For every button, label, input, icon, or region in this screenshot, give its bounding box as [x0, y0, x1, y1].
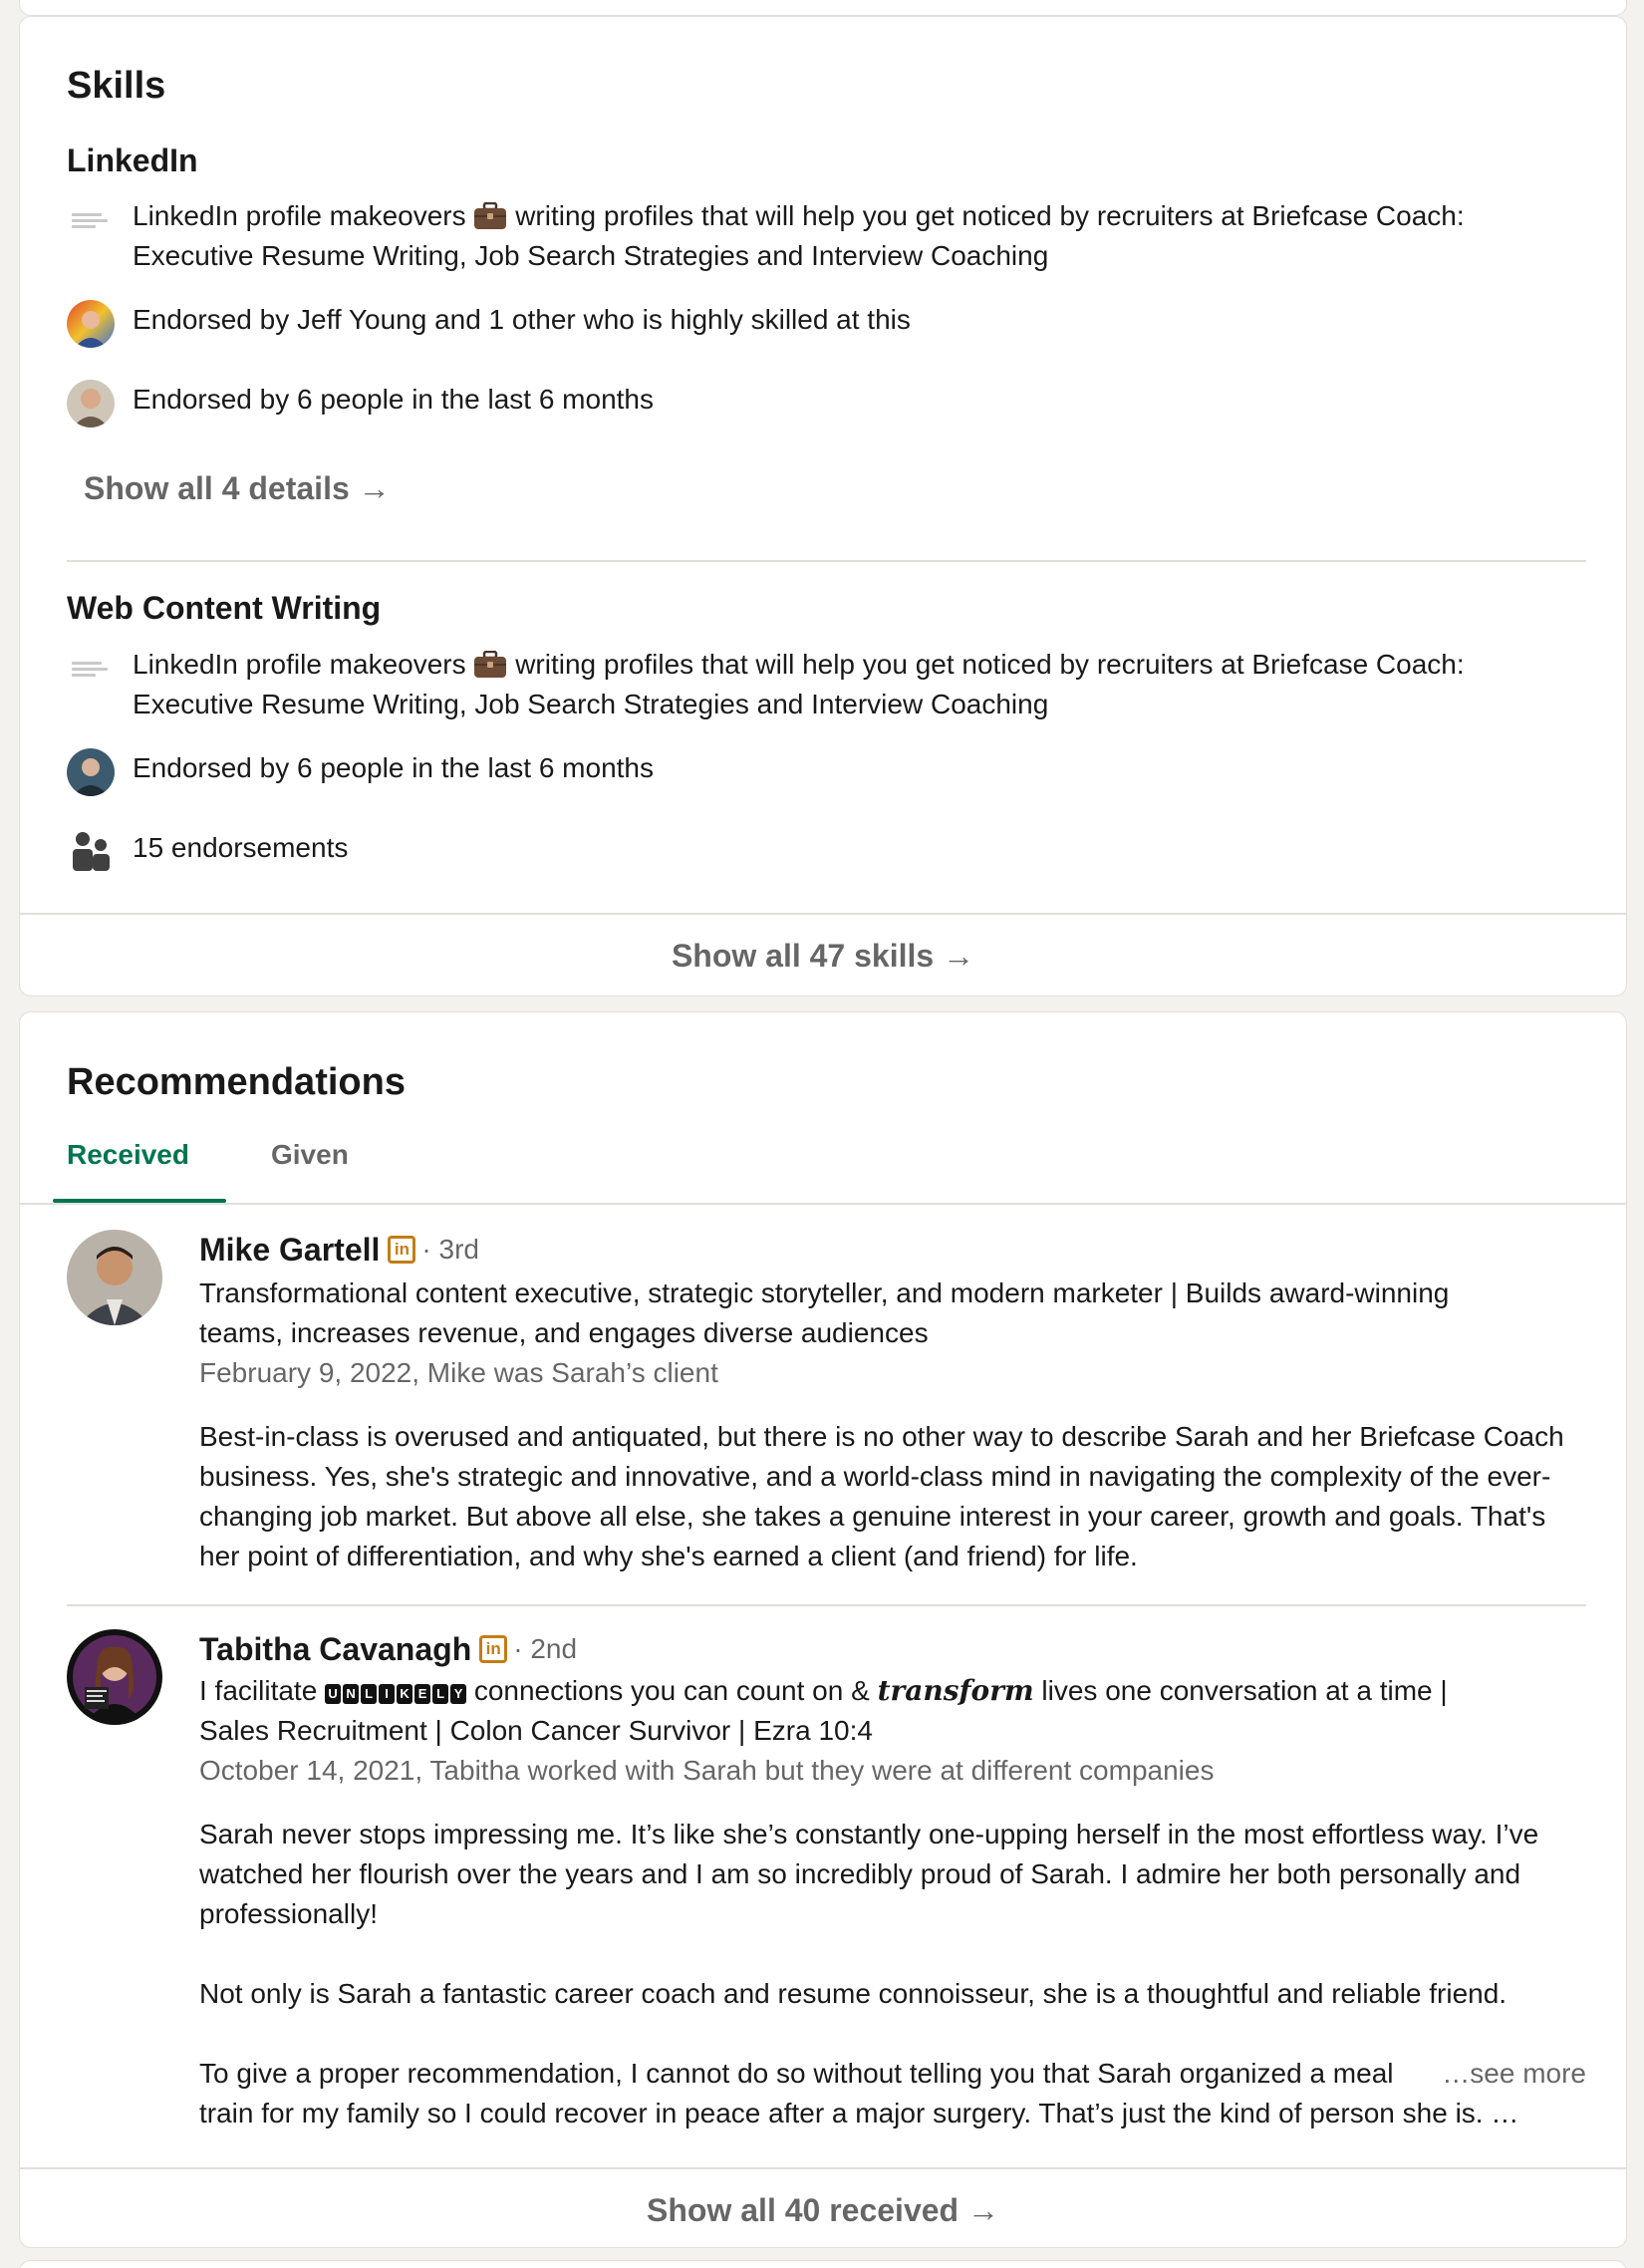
divider — [67, 1604, 1586, 1606]
skill-endorsement-row: Endorsed by 6 people in the last 6 month… — [67, 748, 1586, 796]
recommender-headline-line2: teams, increases revenue, and engages di… — [199, 1317, 929, 1348]
tab-given[interactable]: Given — [271, 1139, 349, 1171]
connection-degree: · 3rd — [421, 1234, 479, 1265]
recommender-headline-mid: connections you can count on & — [473, 1675, 870, 1706]
skill-context-text-line2: Executive Resume Writing, Job Search Str… — [133, 240, 1049, 271]
boxed-letter: Y — [450, 1684, 467, 1704]
show-all-details-link[interactable]: Show all 4 details → — [84, 470, 391, 507]
endorsement-text: Endorsed by 6 people in the last 6 month… — [133, 752, 655, 783]
avatar[interactable] — [67, 1629, 162, 1725]
show-all-received-link[interactable]: Show all 40 received → — [20, 2192, 1626, 2229]
recommendation-paragraph: …see more To give a proper recommendation… — [199, 2054, 1586, 2133]
briefcase-emoji-icon — [473, 650, 507, 678]
avatar[interactable] — [67, 748, 115, 796]
company-logo-icon — [67, 645, 115, 693]
endorsement-text: Endorsed by Jeff Young and 1 other who i… — [133, 304, 911, 335]
recommendation-paragraph-text: To give a proper recommendation, I canno… — [199, 2058, 1519, 2128]
recommendations-title: Recommendations — [67, 1061, 406, 1103]
recommender-headline-line2: Sales Recruitment | Colon Cancer Survivo… — [199, 1715, 873, 1746]
recommendation-item: Mike Gartell in · 3rd Transformational c… — [67, 1230, 1586, 1608]
skill-context-text-post: writing profiles that will help you get … — [515, 200, 1465, 231]
boxed-letter: N — [343, 1684, 360, 1704]
boxed-letter: K — [397, 1684, 413, 1704]
tab-received[interactable]: Received — [67, 1139, 189, 1171]
show-all-skills-link[interactable]: Show all 47 skills → — [20, 938, 1626, 975]
recommendation-paragraph: Not only is Sarah a fantastic career coa… — [199, 1978, 1507, 2009]
recommendation-meta: October 14, 2021, Tabitha worked with Sa… — [199, 1755, 1215, 1786]
connection-degree: · 2nd — [513, 1633, 578, 1664]
recommender-headline-pre: I facilitate — [199, 1675, 318, 1706]
avatar[interactable] — [67, 1230, 162, 1325]
next-card — [19, 2260, 1627, 2268]
recommendations-card: Recommendations Received Given Mike Gart… — [19, 1011, 1627, 2248]
skill-context: LinkedIn profile makeovers writing profi… — [67, 196, 1586, 276]
skill-name-web-content-writing[interactable]: Web Content Writing — [67, 590, 381, 627]
skills-card: Skills LinkedIn LinkedIn profile makeove… — [19, 16, 1627, 996]
boxed-letter: L — [432, 1684, 449, 1704]
skill-endorsement-row: Endorsed by Jeff Young and 1 other who i… — [67, 300, 1586, 348]
boxed-letters: UNLIKELY — [325, 1684, 467, 1704]
linkedin-badge-icon: in — [388, 1236, 416, 1264]
avatar[interactable] — [67, 380, 115, 427]
divider — [20, 1203, 1626, 1205]
skill-context-text-pre: LinkedIn profile makeovers — [133, 200, 466, 231]
boxed-letter: E — [414, 1684, 431, 1704]
recommender-name[interactable]: Mike Gartell — [199, 1230, 380, 1270]
skill-endorsement-count-row: 15 endorsements — [67, 828, 1586, 876]
endorsement-text: Endorsed by 6 people in the last 6 month… — [133, 384, 655, 415]
boxed-letter: L — [361, 1684, 378, 1704]
skill-context-text-line2: Executive Resume Writing, Job Search Str… — [133, 689, 1049, 719]
linkedin-badge-icon: in — [479, 1635, 508, 1663]
skills-title: Skills — [67, 65, 166, 107]
skill-context: LinkedIn profile makeovers writing profi… — [67, 645, 1586, 724]
company-logo-icon — [67, 196, 115, 244]
recommendation-text: Best-in-class is overused and antiquated… — [199, 1421, 1564, 1571]
stylized-word: transform — [877, 1674, 1034, 1707]
boxed-letter: I — [379, 1684, 396, 1704]
recommendation-meta: February 9, 2022, Mike was Sarah’s clien… — [199, 1357, 718, 1388]
recommendation-text: Sarah never stops impressing me. It’s li… — [199, 1815, 1586, 2133]
recommendation-paragraph: Sarah never stops impressing me. It’s li… — [199, 1819, 1539, 1929]
recommendation-item: Tabitha Cavanagh in · 2nd I facilitate U… — [67, 1629, 1586, 2167]
avatar[interactable] — [67, 300, 115, 348]
boxed-letter: U — [325, 1684, 342, 1704]
divider — [20, 2167, 1626, 2169]
skill-context-text-post: writing profiles that will help you get … — [515, 649, 1465, 680]
skill-endorsement-row: Endorsed by 6 people in the last 6 month… — [67, 380, 1586, 427]
recommender-headline-post: lives one conversation at a time | — [1041, 1675, 1448, 1706]
skill-name-linkedin[interactable]: LinkedIn — [67, 142, 198, 179]
recommender-headline: Transformational content executive, stra… — [199, 1277, 1450, 1308]
divider — [67, 560, 1586, 562]
see-more-link[interactable]: …see more — [1442, 2054, 1586, 2094]
skill-context-text-pre: LinkedIn profile makeovers — [133, 649, 466, 680]
recommender-name[interactable]: Tabitha Cavanagh — [199, 1629, 471, 1669]
briefcase-emoji-icon — [473, 201, 507, 229]
previous-card — [19, 0, 1627, 16]
endorsement-count[interactable]: 15 endorsements — [133, 828, 348, 868]
people-icon — [67, 828, 115, 876]
divider — [20, 913, 1626, 915]
